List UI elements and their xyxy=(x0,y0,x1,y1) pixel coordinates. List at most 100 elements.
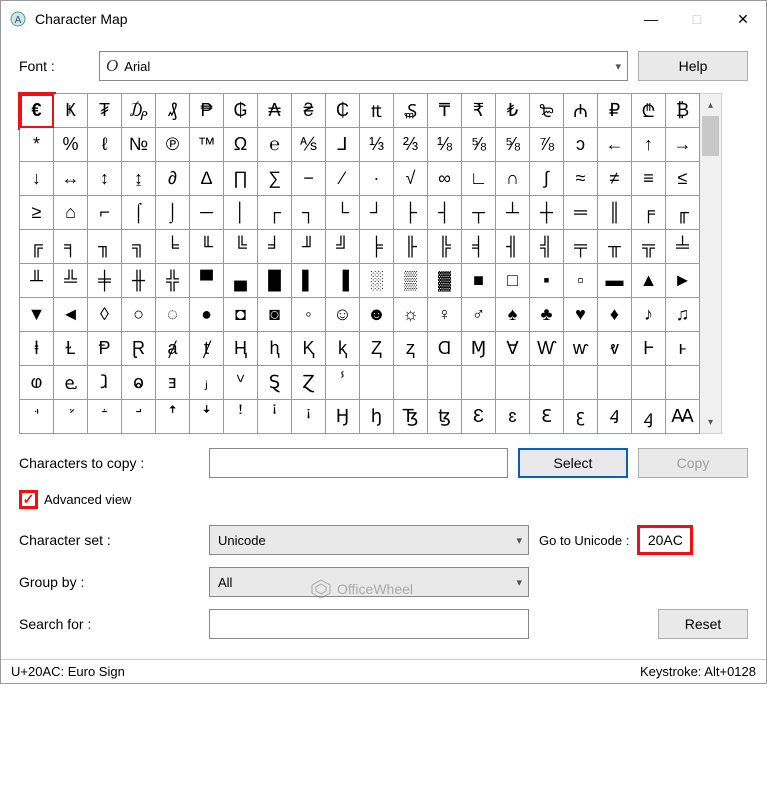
char-cell[interactable]: ♣ xyxy=(530,298,564,332)
char-cell[interactable]: ◘ xyxy=(224,298,258,332)
char-cell[interactable]: ├ xyxy=(394,196,428,230)
char-cell[interactable]: ↕ xyxy=(88,162,122,196)
char-cell[interactable]: Ȿ xyxy=(258,366,292,400)
char-cell[interactable]: ∆ xyxy=(190,162,224,196)
char-cell[interactable]: Ҝ xyxy=(54,94,88,128)
char-cell[interactable]: ™ xyxy=(190,128,224,162)
char-cell[interactable]: ₰ xyxy=(156,94,190,128)
char-cell[interactable]: ₱ xyxy=(190,94,224,128)
char-cell[interactable]: ▪ xyxy=(530,264,564,298)
char-cell[interactable]: ∟ xyxy=(462,162,496,196)
char-cell[interactable]: ⱥ xyxy=(156,332,190,366)
char-cell[interactable]: █ xyxy=(258,264,292,298)
char-cell[interactable] xyxy=(496,366,530,400)
char-cell[interactable]: ▲ xyxy=(632,264,666,298)
char-cell[interactable]: ꜝ xyxy=(224,400,258,434)
char-cell[interactable]: Ᵽ xyxy=(88,332,122,366)
char-cell[interactable] xyxy=(598,366,632,400)
char-cell[interactable]: ☻ xyxy=(360,298,394,332)
char-cell[interactable]: ₵ xyxy=(326,94,360,128)
char-cell[interactable]: ═ xyxy=(564,196,598,230)
char-cell[interactable]: ╗ xyxy=(122,230,156,264)
char-cell[interactable]: ⅝ xyxy=(462,128,496,162)
char-cell[interactable]: ⌠ xyxy=(122,196,156,230)
char-cell[interactable]: ↨ xyxy=(122,162,156,196)
char-cell[interactable]: Ɫ xyxy=(54,332,88,366)
char-cell[interactable]: ₴ xyxy=(292,94,326,128)
char-cell[interactable]: ₻ xyxy=(530,94,564,128)
char-cell[interactable]: ╕ xyxy=(54,230,88,264)
char-cell[interactable]: ☼ xyxy=(394,298,428,332)
char-cell[interactable]: ↄ xyxy=(564,128,598,162)
char-cell[interactable]: ⅝ xyxy=(496,128,530,162)
char-cell[interactable]: Ⱶ xyxy=(632,332,666,366)
char-cell[interactable]: ꜘ xyxy=(54,400,88,434)
char-cell[interactable]: ∞ xyxy=(428,162,462,196)
char-cell[interactable]: ⱷ xyxy=(20,366,54,400)
char-cell[interactable]: ⅓ xyxy=(360,128,394,162)
char-cell[interactable]: ꜜ xyxy=(190,400,224,434)
char-cell[interactable]: ℮ xyxy=(258,128,292,162)
char-cell[interactable]: ≡ xyxy=(632,162,666,196)
char-cell[interactable]: ꜞ xyxy=(258,400,292,434)
char-cell[interactable]: ┬ xyxy=(462,196,496,230)
char-cell[interactable]: ꜟ xyxy=(292,400,326,434)
char-cell[interactable]: ₺ xyxy=(496,94,530,128)
char-cell[interactable]: ⌡ xyxy=(156,196,190,230)
char-cell[interactable]: Ⱬ xyxy=(360,332,394,366)
char-cell[interactable]: ║ xyxy=(598,196,632,230)
char-cell[interactable]: ┼ xyxy=(530,196,564,230)
char-cell[interactable]: ⱼ xyxy=(190,366,224,400)
search-input[interactable] xyxy=(209,609,529,639)
char-cell[interactable]: ⱳ xyxy=(564,332,598,366)
char-cell[interactable]: ╟ xyxy=(394,230,428,264)
char-cell[interactable]: ← xyxy=(598,128,632,162)
char-cell[interactable]: ╥ xyxy=(598,230,632,264)
char-cell[interactable]: * xyxy=(20,128,54,162)
char-cell[interactable]: ∕ xyxy=(326,162,360,196)
char-cell[interactable]: ≤ xyxy=(666,162,700,196)
char-cell[interactable] xyxy=(666,366,700,400)
reset-button[interactable]: Reset xyxy=(658,609,748,639)
goto-unicode-input[interactable]: 20AC xyxy=(637,525,693,555)
chars-to-copy-input[interactable] xyxy=(209,448,508,478)
char-cell[interactable] xyxy=(360,366,394,400)
char-cell[interactable]: ⌂ xyxy=(54,196,88,230)
char-cell[interactable]: ∫ xyxy=(530,162,564,196)
char-cell[interactable]: ⱶ xyxy=(666,332,700,366)
char-cell[interactable]: ꜗ xyxy=(20,400,54,434)
char-cell[interactable]: ₷ xyxy=(394,94,428,128)
char-cell[interactable]: ■ xyxy=(462,264,496,298)
char-cell[interactable]: ꜭ xyxy=(632,400,666,434)
char-cell[interactable]: ⱺ xyxy=(122,366,156,400)
char-cell[interactable]: ▀ xyxy=(190,264,224,298)
char-cell[interactable]: ╩ xyxy=(54,264,88,298)
groupby-dropdown[interactable]: All ▾ xyxy=(209,567,529,597)
char-cell[interactable]: ⅍ xyxy=(292,128,326,162)
char-cell[interactable]: ₽ xyxy=(598,94,632,128)
char-cell[interactable]: ◌ xyxy=(156,298,190,332)
char-cell[interactable]: ⱻ xyxy=(156,366,190,400)
char-cell[interactable]: ♫ xyxy=(666,298,700,332)
char-cell[interactable]: € xyxy=(20,94,54,128)
char-cell[interactable]: ♀ xyxy=(428,298,462,332)
char-cell[interactable]: ╝ xyxy=(326,230,360,264)
char-cell[interactable]: ◙ xyxy=(258,298,292,332)
char-cell[interactable]: └ xyxy=(326,196,360,230)
char-cell[interactable]: ▒ xyxy=(394,264,428,298)
char-cell[interactable]: ≥ xyxy=(20,196,54,230)
char-cell[interactable]: ┌ xyxy=(258,196,292,230)
char-cell[interactable] xyxy=(428,366,462,400)
char-cell[interactable]: ○ xyxy=(122,298,156,332)
char-cell[interactable]: ⱨ xyxy=(258,332,292,366)
char-cell[interactable]: ⅞ xyxy=(530,128,564,162)
char-cell[interactable]: ╔ xyxy=(20,230,54,264)
char-cell[interactable]: ₹ xyxy=(462,94,496,128)
char-cell[interactable] xyxy=(530,366,564,400)
char-cell[interactable]: Ꜧ xyxy=(326,400,360,434)
select-button[interactable]: Select xyxy=(518,448,628,478)
char-cell[interactable]: ⱦ xyxy=(190,332,224,366)
char-cell[interactable]: ▐ xyxy=(326,264,360,298)
char-cell[interactable]: ┤ xyxy=(428,196,462,230)
char-cell[interactable]: → xyxy=(666,128,700,162)
